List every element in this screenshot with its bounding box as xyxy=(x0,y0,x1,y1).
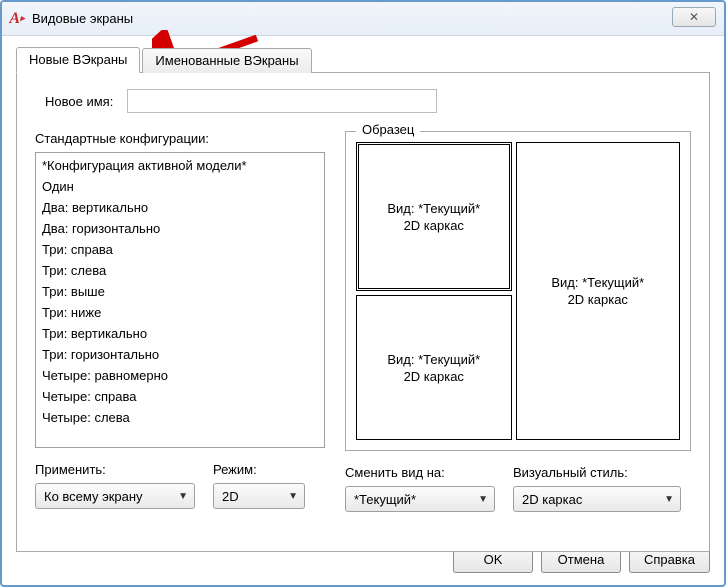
mode-label: Режим: xyxy=(213,462,305,477)
mode-value: 2D xyxy=(222,489,239,504)
config-list-item[interactable]: Три: справа xyxy=(36,239,324,260)
config-list-item[interactable]: Четыре: слева xyxy=(36,407,324,428)
tab-new-viewports[interactable]: Новые ВЭкраны xyxy=(16,47,140,73)
new-name-input[interactable] xyxy=(127,89,437,113)
config-list-item[interactable]: Три: ниже xyxy=(36,302,324,323)
config-column: Стандартные конфигурации: *Конфигурация … xyxy=(35,131,325,512)
preview-viewport-bottom-left[interactable]: Вид: *Текущий* 2D каркас xyxy=(356,295,512,440)
preview-legend: Образец xyxy=(356,122,420,137)
changeview-value: *Текущий* xyxy=(354,492,416,507)
close-button[interactable]: ✕ xyxy=(672,7,716,27)
changeview-label: Сменить вид на: xyxy=(345,465,495,480)
tabstrip: Новые ВЭкраны Именованные ВЭкраны xyxy=(16,46,710,72)
app-icon: A▸ xyxy=(8,10,26,28)
titlebar[interactable]: A▸ Видовые экраны ✕ xyxy=(2,2,724,36)
chevron-down-icon: ▼ xyxy=(478,494,488,505)
new-name-row: Новое имя: xyxy=(45,89,691,113)
button-label: Отмена xyxy=(558,552,605,567)
chevron-down-icon: ▼ xyxy=(664,494,674,505)
button-label: OK xyxy=(484,552,503,567)
chevron-down-icon: ▼ xyxy=(178,491,188,502)
apply-combo[interactable]: Ко всему экрану ▼ xyxy=(35,483,195,509)
button-label: Справка xyxy=(644,552,695,567)
preview-fieldset: Образец Вид: *Текущий* 2D каркас xyxy=(345,131,691,451)
close-icon: ✕ xyxy=(689,10,699,24)
viewports-dialog: A▸ Видовые экраны ✕ Новые ВЭкраны Именов… xyxy=(0,0,726,587)
client-area: Новые ВЭкраны Именованные ВЭкраны Новое … xyxy=(2,36,724,585)
preview-viewport-right[interactable]: Вид: *Текущий* 2D каркас xyxy=(516,142,680,440)
window-title: Видовые экраны xyxy=(32,11,133,26)
tab-named-viewports[interactable]: Именованные ВЭкраны xyxy=(142,48,311,73)
config-list-item[interactable]: Два: горизонтально xyxy=(36,218,324,239)
config-list-item[interactable]: Три: вертикально xyxy=(36,323,324,344)
preview-line2: 2D каркас xyxy=(387,368,480,385)
changeview-combo[interactable]: *Текущий* ▼ xyxy=(345,486,495,512)
config-list-item[interactable]: Четыре: равномерно xyxy=(36,365,324,386)
preview-viewport-top-left[interactable]: Вид: *Текущий* 2D каркас xyxy=(356,142,512,291)
apply-label: Применить: xyxy=(35,462,195,477)
vstyle-value: 2D каркас xyxy=(522,492,582,507)
chevron-down-icon: ▼ xyxy=(288,491,298,502)
preview-line2: 2D каркас xyxy=(387,217,480,234)
preview-line1: Вид: *Текущий* xyxy=(387,200,480,217)
apply-value: Ко всему экрану xyxy=(44,489,143,504)
config-list-item[interactable]: Три: горизонтально xyxy=(36,344,324,365)
config-list-item[interactable]: Три: выше xyxy=(36,281,324,302)
preview-line1: Вид: *Текущий* xyxy=(387,351,480,368)
preview-line2: 2D каркас xyxy=(551,291,644,308)
tab-label: Именованные ВЭкраны xyxy=(155,53,298,68)
config-list-item[interactable]: Четыре: справа xyxy=(36,386,324,407)
config-label: Стандартные конфигурации: xyxy=(35,131,325,146)
preview-area: Вид: *Текущий* 2D каркас Вид: *Текущий* … xyxy=(356,142,680,440)
vstyle-label: Визуальный стиль: xyxy=(513,465,681,480)
mode-combo[interactable]: 2D ▼ xyxy=(213,483,305,509)
config-list-item[interactable]: Два: вертикально xyxy=(36,197,324,218)
vstyle-combo[interactable]: 2D каркас ▼ xyxy=(513,486,681,512)
preview-line1: Вид: *Текущий* xyxy=(551,274,644,291)
config-list-item[interactable]: Три: слева xyxy=(36,260,324,281)
preview-column: Образец Вид: *Текущий* 2D каркас xyxy=(345,131,691,512)
tab-label: Новые ВЭкраны xyxy=(29,52,127,67)
config-list-item[interactable]: Один xyxy=(36,176,324,197)
config-list-item[interactable]: *Конфигурация активной модели* xyxy=(36,155,324,176)
tab-page: Новое имя: Стандартные конфигурации: *Ко… xyxy=(16,72,710,552)
config-listbox[interactable]: *Конфигурация активной модели*ОдинДва: в… xyxy=(35,152,325,448)
new-name-label: Новое имя: xyxy=(45,94,113,109)
